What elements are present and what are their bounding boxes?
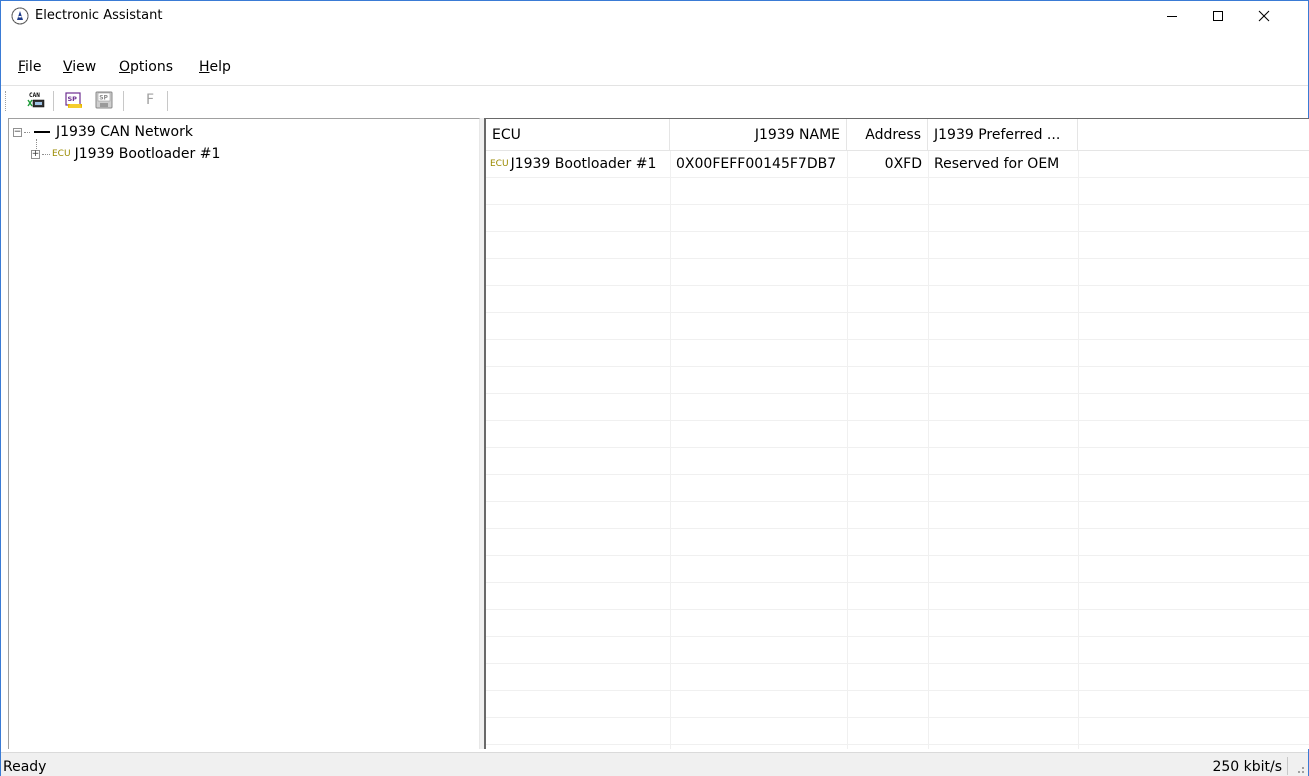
- empty-row: [486, 637, 1309, 664]
- empty-row: [486, 232, 1309, 259]
- empty-row: [486, 340, 1309, 367]
- sp-program-button[interactable]: SP: [63, 89, 85, 111]
- column-header-name[interactable]: J1939 NAME: [670, 119, 847, 151]
- status-text: Ready: [3, 759, 47, 775]
- can-connect-button[interactable]: CAN: [25, 89, 47, 111]
- empty-row: [486, 394, 1309, 421]
- collapse-icon[interactable]: −: [13, 127, 22, 137]
- expand-icon[interactable]: +: [31, 149, 40, 159]
- tree-node-label: J1939 CAN Network: [56, 124, 193, 140]
- empty-row: [486, 286, 1309, 313]
- column-header-preferred[interactable]: J1939 Preferred ...: [928, 119, 1078, 151]
- tree-node-label: J1939 Bootloader #1: [74, 146, 221, 162]
- empty-row: [486, 421, 1309, 448]
- empty-row: [486, 475, 1309, 502]
- cell-address: 0XFD: [884, 156, 922, 172]
- empty-row: [486, 691, 1309, 718]
- status-bar: Ready 250 kbit/s: [1, 752, 1308, 776]
- ecu-list[interactable]: ECU J1939 NAME Address J1939 Preferred .…: [484, 118, 1309, 749]
- cell-ecu: ECU J1939 Bootloader #1: [490, 156, 657, 172]
- resize-grip-icon[interactable]: [1293, 762, 1305, 774]
- sp-save-button[interactable]: SP: [93, 89, 115, 111]
- maximize-button[interactable]: [1195, 1, 1241, 31]
- can-connect-icon: CAN: [27, 92, 45, 108]
- can-label: CAN: [29, 92, 40, 99]
- empty-row: [486, 610, 1309, 637]
- ecu-icon: ECU: [490, 159, 509, 169]
- bitrate-indicator: 250 kbit/s: [1212, 759, 1282, 775]
- list-header: ECU J1939 NAME Address J1939 Preferred .…: [486, 119, 1309, 151]
- minimize-button[interactable]: [1149, 1, 1195, 31]
- empty-row: [486, 313, 1309, 340]
- f-button[interactable]: F: [139, 89, 161, 111]
- empty-row: [486, 502, 1309, 529]
- empty-row: [486, 664, 1309, 691]
- ecu-icon: ECU: [52, 149, 71, 159]
- close-icon: [1258, 10, 1270, 22]
- menu-file[interactable]: File: [18, 59, 41, 75]
- empty-row: [486, 205, 1309, 232]
- column-header-address[interactable]: Address: [847, 119, 928, 151]
- empty-row: [486, 448, 1309, 475]
- maximize-icon: [1213, 11, 1223, 21]
- column-gridline: [1078, 151, 1079, 749]
- empty-row: [486, 529, 1309, 556]
- empty-row: [486, 259, 1309, 286]
- column-header-ecu[interactable]: ECU: [486, 119, 670, 151]
- window-title: Electronic Assistant: [35, 8, 163, 23]
- f-label: F: [145, 92, 155, 108]
- sp-program-icon: SP: [65, 92, 82, 108]
- column-gridline: [928, 151, 929, 749]
- close-button[interactable]: [1241, 1, 1287, 31]
- table-row[interactable]: ECU J1939 Bootloader #1 0X00FEFF00145F7D…: [486, 151, 1309, 178]
- sp-save-icon: SP: [95, 91, 113, 109]
- cell-preferred: Reserved for OEM: [934, 156, 1060, 172]
- title-bar[interactable]: Electronic Assistant: [1, 1, 1308, 31]
- empty-row: [486, 367, 1309, 394]
- minimize-icon: [1167, 16, 1177, 17]
- tree-node-network[interactable]: − J1939 CAN Network: [13, 122, 193, 142]
- menu-help[interactable]: Help: [199, 59, 231, 75]
- sp-label-1: SP: [68, 95, 78, 103]
- empty-row: [486, 583, 1309, 610]
- tree-node-bootloader[interactable]: + ECU J1939 Bootloader #1: [31, 144, 220, 164]
- toolbar: CAN SP SP F: [1, 85, 1308, 113]
- menu-view[interactable]: View: [63, 59, 96, 75]
- menu-options[interactable]: Options: [119, 59, 173, 75]
- empty-row: [486, 178, 1309, 205]
- network-icon: [34, 131, 50, 133]
- main-window: Electronic Assistant File View Options H…: [0, 0, 1309, 776]
- assistant-logo-icon: [11, 7, 29, 25]
- cell-name: 0X00FEFF00145F7DB7: [676, 156, 837, 172]
- column-gridline: [847, 151, 848, 749]
- empty-row: [486, 556, 1309, 583]
- empty-row: [486, 718, 1309, 745]
- column-gridline: [670, 151, 671, 749]
- toolbar-grip[interactable]: [5, 91, 8, 111]
- sp-label-2: SP: [99, 95, 108, 102]
- network-tree[interactable]: − J1939 CAN Network + ECU J1939 Bootload…: [8, 118, 480, 749]
